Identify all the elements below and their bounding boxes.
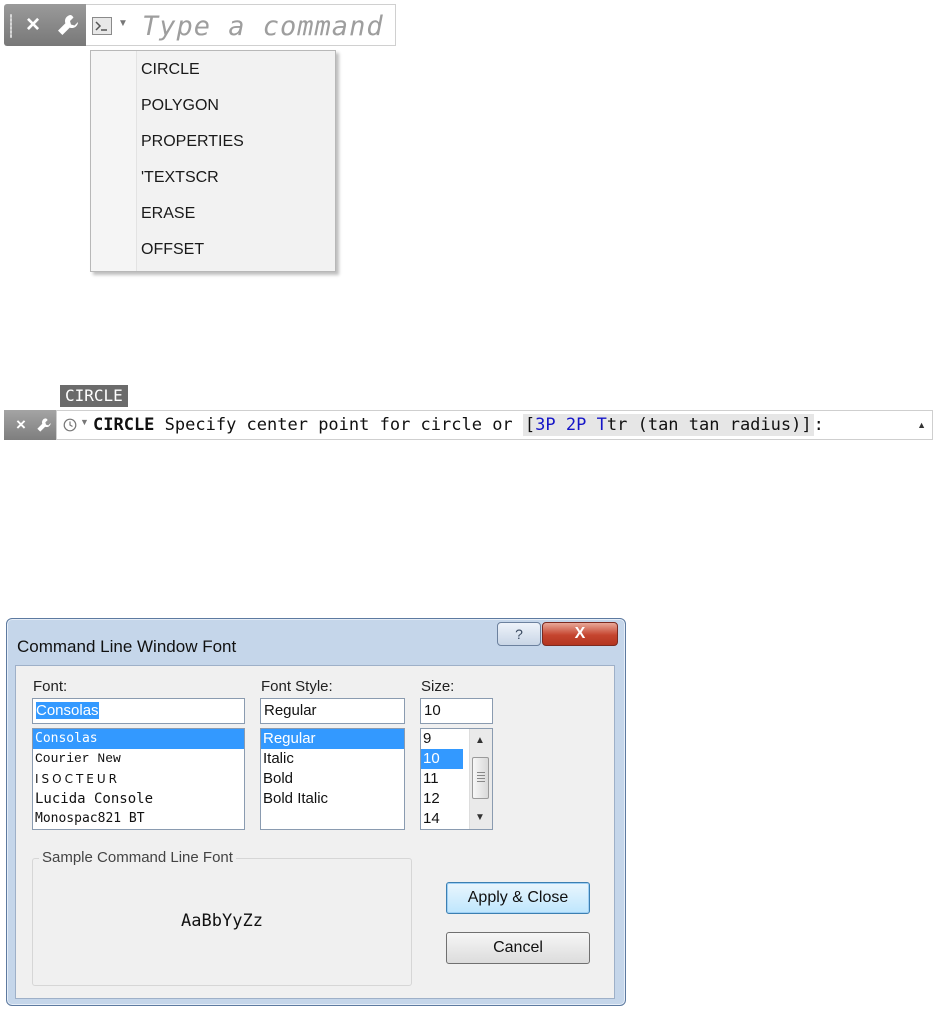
size-option-10[interactable]: 10	[421, 749, 463, 769]
font-option-courier-new[interactable]: Courier New	[33, 749, 244, 769]
size-option-11[interactable]: 11	[421, 769, 467, 789]
scroll-up-icon[interactable]: ▲	[475, 735, 485, 746]
help-button[interactable]: ?	[497, 622, 541, 646]
size-list[interactable]: 9 10 11 12 14 ▲ ▼	[420, 728, 493, 830]
font-list[interactable]: Consolas Courier New ISOCTEUR Lucida Con…	[32, 728, 245, 830]
menu-item-offset[interactable]: OFFSET	[141, 235, 321, 265]
size-label: Size:	[421, 678, 455, 695]
size-option-12[interactable]: 12	[421, 789, 467, 809]
bracket-close: ]	[801, 415, 812, 435]
font-option-lucida-console[interactable]: Lucida Console	[33, 789, 244, 809]
scroll-down-icon[interactable]: ▼	[475, 812, 485, 823]
option-3p[interactable]: 3P	[535, 415, 555, 435]
sample-group-label: Sample Command Line Font	[39, 849, 236, 866]
font-style-label: Font Style:	[261, 678, 333, 695]
size-scrollbar[interactable]: ▲ ▼	[469, 729, 492, 829]
scroll-thumb[interactable]	[472, 757, 489, 799]
command-input-area[interactable]: ▼ Type a command	[86, 4, 396, 46]
help-icon: ?	[515, 626, 523, 642]
clock-icon[interactable]	[63, 418, 77, 432]
font-style-input[interactable]: Regular	[260, 698, 405, 724]
close-button[interactable]: X	[542, 622, 618, 646]
option-ttr-rest[interactable]: tr (tan tan radius)	[607, 415, 801, 435]
style-option-regular[interactable]: Regular	[261, 729, 404, 749]
menu-item-circle[interactable]: CIRCLE	[141, 55, 321, 85]
font-label: Font:	[33, 678, 68, 695]
style-option-bold[interactable]: Bold	[261, 769, 404, 789]
scroll-up-icon[interactable]: ▲	[917, 420, 926, 430]
close-icon[interactable]: ×	[22, 10, 44, 40]
option-ttr[interactable]: Ttr (tan tan radius)	[597, 415, 802, 435]
dialog-body: Font: Consolas Consolas Courier New ISOC…	[15, 665, 615, 999]
font-option-isocteur[interactable]: ISOCTEUR	[33, 769, 244, 789]
style-option-italic[interactable]: Italic	[261, 749, 404, 769]
cancel-button[interactable]: Cancel	[446, 932, 590, 964]
command-line-handle-2[interactable]: ×	[4, 410, 56, 440]
sample-font-group: Sample Command Line Font AaBbYyZz	[32, 849, 412, 986]
close-icon[interactable]: ×	[16, 410, 26, 440]
font-option-monospac821[interactable]: Monospac821 BT	[33, 809, 244, 829]
font-style-list[interactable]: Regular Italic Bold Bold Italic	[260, 728, 405, 830]
chevron-down-icon[interactable]: ▼	[118, 18, 128, 29]
option-2p[interactable]: 2P	[566, 415, 586, 435]
size-input[interactable]: 10	[420, 698, 493, 724]
wrench-icon[interactable]	[56, 13, 80, 37]
size-option-14[interactable]: 14	[421, 809, 467, 829]
command-prompt-text: CIRCLE Specify center point for circle o…	[93, 414, 824, 436]
prompt-message: Specify center point for circle or	[164, 415, 513, 435]
command-line-bar: × ▼ Type a command	[4, 4, 396, 48]
menu-item-polygon[interactable]: POLYGON	[141, 91, 321, 121]
drag-grip[interactable]	[10, 14, 12, 38]
prompt-colon: :	[813, 415, 824, 435]
command-prompt-area[interactable]: ▼ CIRCLE Specify center point for circle…	[56, 410, 933, 440]
apply-close-button[interactable]: Apply & Close	[446, 882, 590, 914]
style-option-bold-italic[interactable]: Bold Italic	[261, 789, 404, 809]
menu-item-textscr[interactable]: 'TEXTSCR	[141, 163, 321, 193]
sample-font-preview: AaBbYyZz	[181, 911, 263, 931]
thumb-grip	[477, 772, 485, 782]
chevron-down-icon[interactable]: ▼	[80, 417, 89, 427]
size-option-9[interactable]: 9	[421, 729, 467, 749]
command-line-handle[interactable]: ×	[4, 4, 86, 46]
font-input-value: Consolas	[36, 702, 99, 719]
active-command-name: CIRCLE	[93, 415, 155, 435]
command-prompt-icon[interactable]	[92, 17, 112, 35]
close-icon: X	[574, 625, 586, 642]
menu-item-properties[interactable]: PROPERTIES	[141, 127, 321, 157]
font-input[interactable]: Consolas	[32, 698, 245, 724]
wrench-icon[interactable]	[36, 417, 52, 433]
dialog-title: Command Line Window Font	[17, 637, 237, 656]
menu-icon-gutter	[91, 51, 137, 271]
font-option-consolas[interactable]: Consolas	[33, 729, 244, 749]
recent-commands-menu: CIRCLE POLYGON PROPERTIES 'TEXTSCR ERASE…	[90, 50, 336, 272]
font-dialog: Command Line Window Font ? X Font: Conso…	[6, 618, 626, 1006]
command-line-active: × ▼ CIRCLE Specify center point for circ…	[4, 410, 933, 440]
bracket-open: [	[524, 415, 536, 435]
command-options: [3P 2P Ttr (tan tan radius)]	[522, 414, 814, 436]
command-tooltip: CIRCLE	[60, 385, 128, 407]
command-input[interactable]: Type a command	[142, 11, 384, 42]
menu-item-erase[interactable]: ERASE	[141, 199, 321, 229]
option-ttr-key[interactable]: T	[597, 415, 607, 435]
